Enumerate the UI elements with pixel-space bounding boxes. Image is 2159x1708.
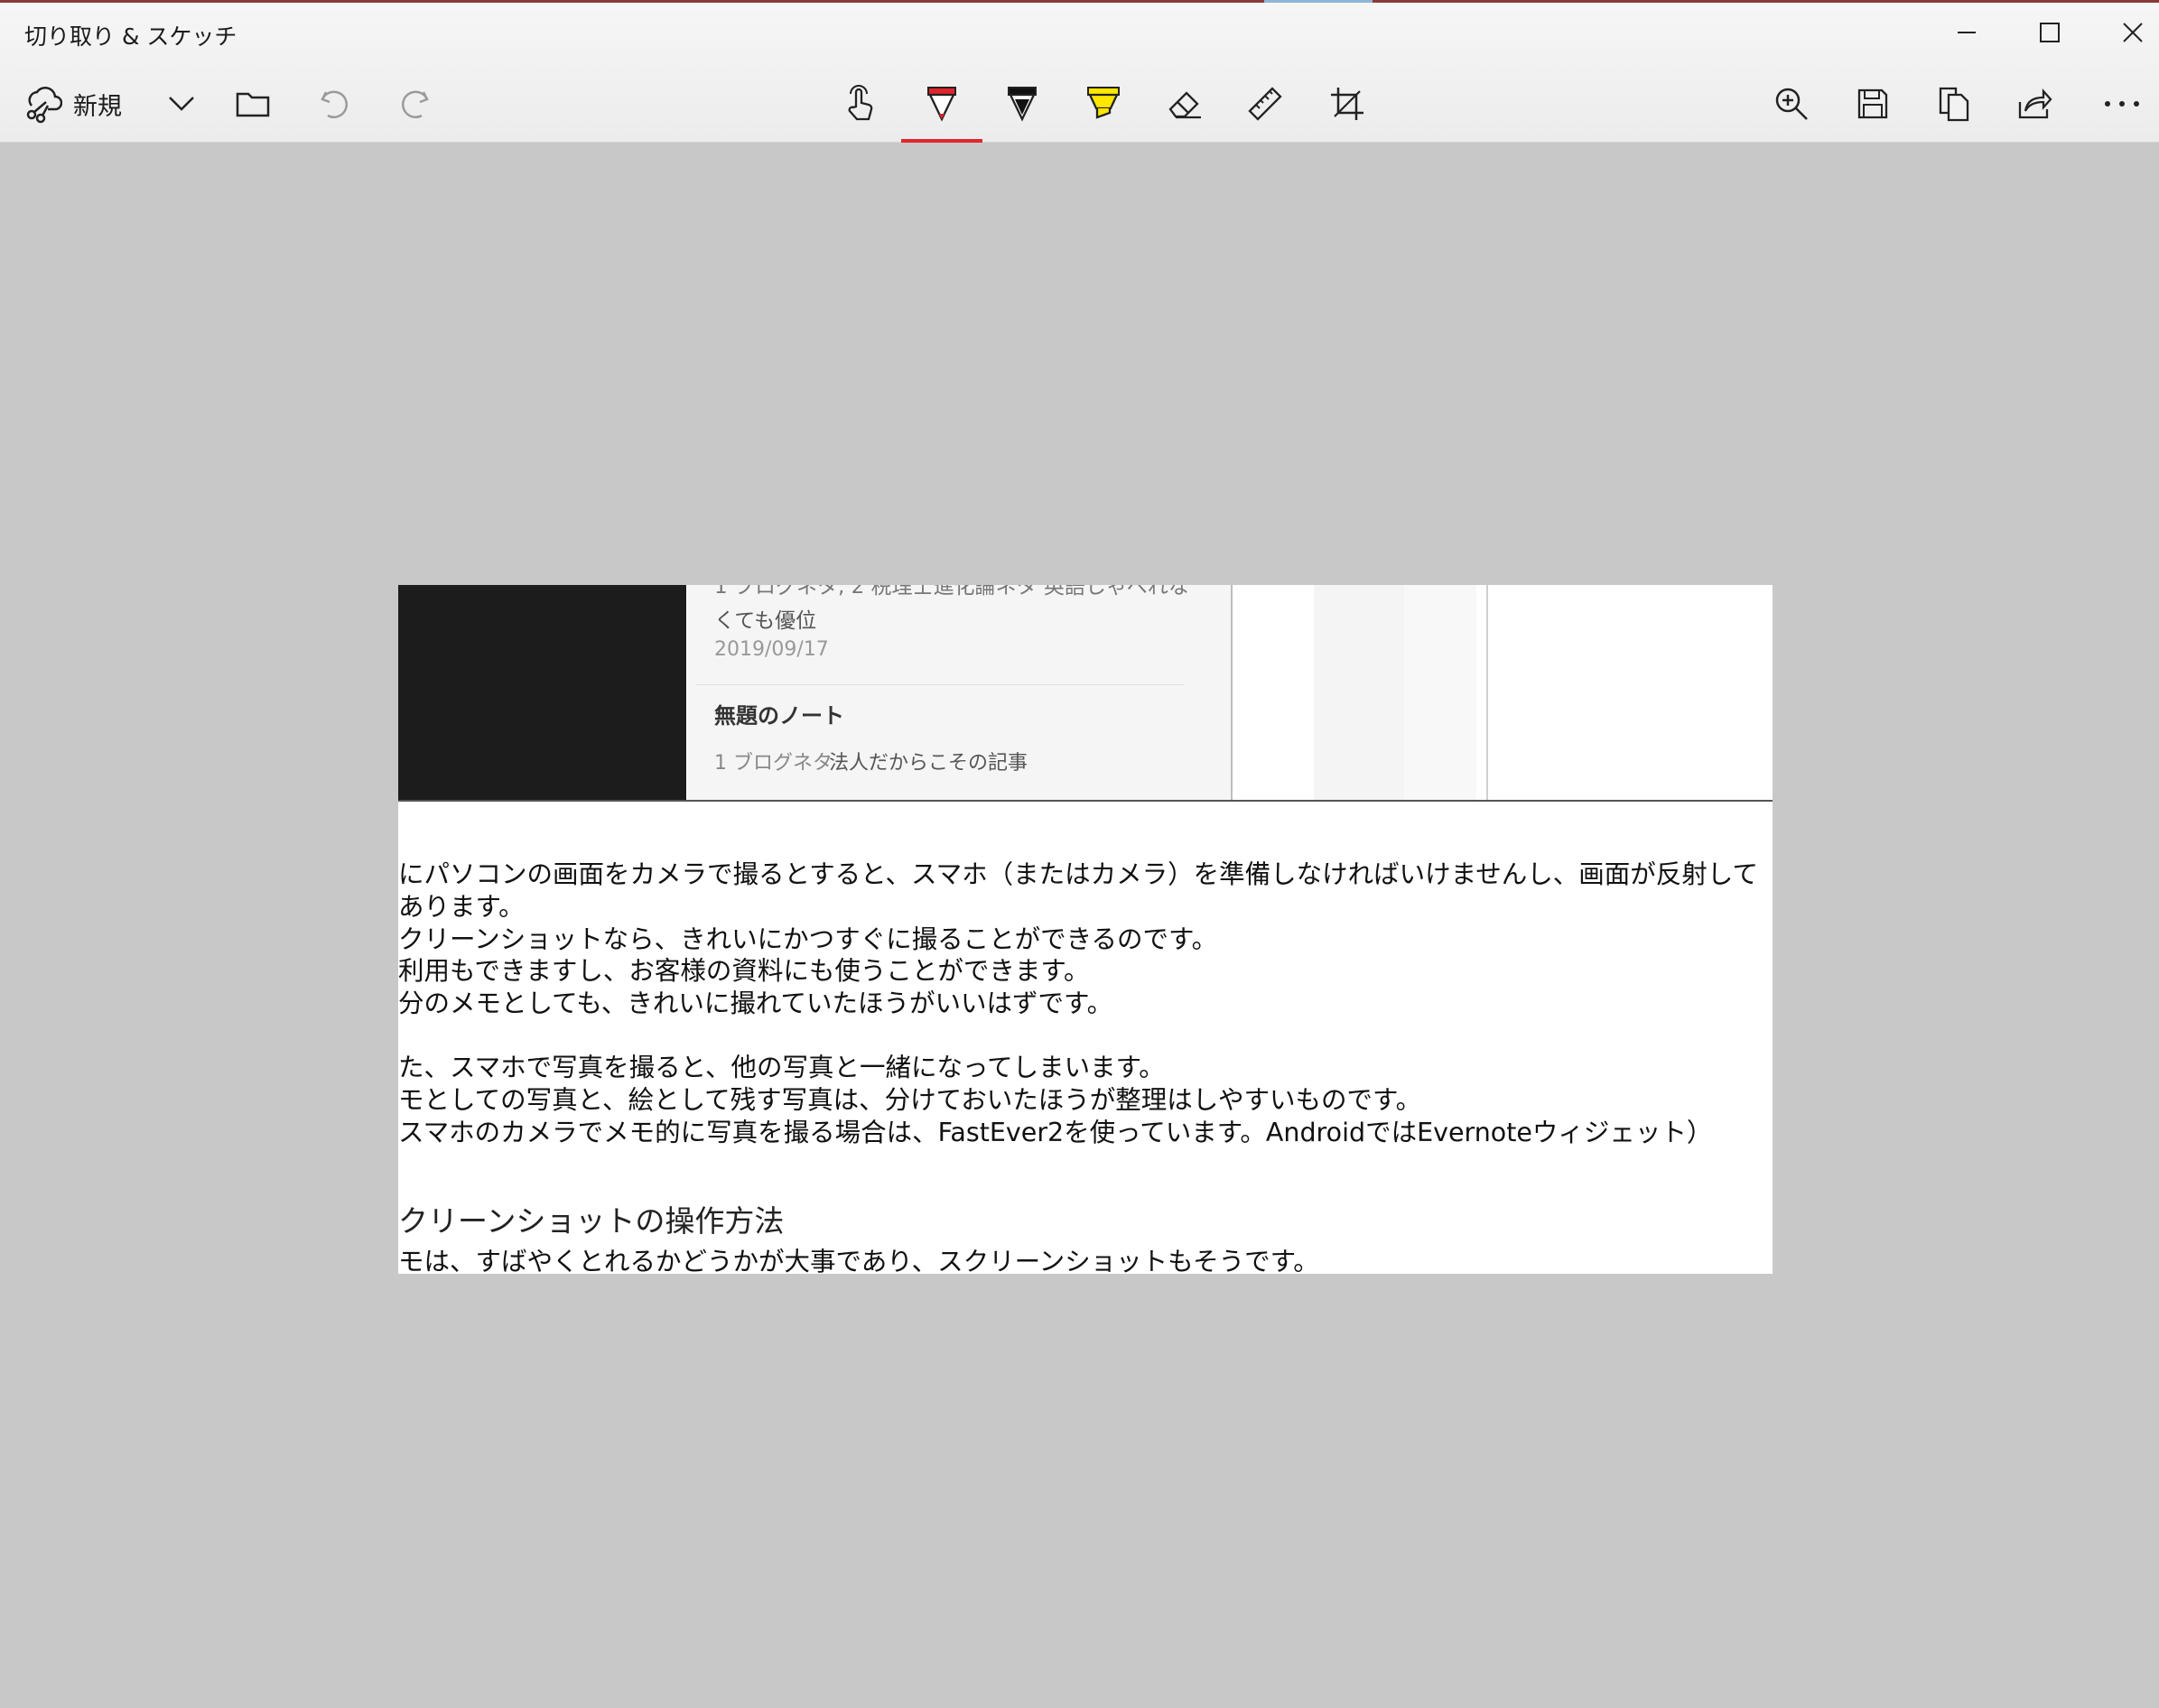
pencil-button[interactable] — [1000, 75, 1045, 133]
dark-sidebar-image — [398, 585, 686, 800]
maximize-button[interactable] — [2008, 3, 2091, 62]
save-button[interactable] — [1850, 75, 1895, 133]
copy-icon — [1939, 87, 1969, 122]
eraser-icon — [1168, 91, 1201, 119]
crop-button[interactable] — [1325, 75, 1370, 133]
folder-open-icon — [236, 92, 270, 117]
crop-icon — [1331, 88, 1363, 120]
note-tag: 1 ブログネタ — [714, 752, 833, 775]
new-snip-button[interactable]: 新規 — [23, 75, 158, 133]
body-line: モとしての写真と、絵として残す写真は、分けておいたほうが整理はしやすいものです。 — [398, 1085, 1422, 1115]
cut-note-title: 1 ブログネタ, 2 税理士進化論ネタ 英語しゃべれな — [714, 585, 1189, 599]
close-button[interactable] — [2091, 3, 2159, 62]
active-tool-indicator — [901, 139, 982, 143]
background-divider — [1486, 585, 1488, 800]
eraser-button[interactable] — [1162, 75, 1207, 133]
snip-top-region: 1 ブログネタ, 2 税理士進化論ネタ 英語しゃべれな くても優位 2019/0… — [398, 585, 1773, 802]
close-icon — [2123, 23, 2143, 42]
body-line: にパソコンの画面をカメラで撮るとすると、スマホ（またはカメラ）を準備しなければい… — [398, 859, 1758, 889]
background-stripe — [1404, 585, 1476, 800]
zoom-button[interactable] — [1769, 75, 1814, 133]
touch-writing-button[interactable] — [837, 75, 882, 133]
section-heading: クリーンショットの操作方法 — [398, 1203, 785, 1239]
save-icon — [1857, 88, 1888, 119]
body-line: た、スマホで写真を撮ると、他の写真と一緒になってしまいます。 — [398, 1053, 1165, 1082]
highlighter-icon — [1087, 87, 1120, 119]
chevron-down-icon — [169, 97, 194, 111]
ruler-icon — [1248, 87, 1282, 121]
note-title-continuation: くても優位 — [714, 609, 817, 633]
untitled-note-title: 無題のノート — [714, 703, 844, 729]
new-snip-dropdown[interactable] — [159, 75, 204, 133]
pencil-icon — [1008, 87, 1037, 122]
more-options-button[interactable] — [2099, 75, 2145, 133]
new-snip-icon — [26, 86, 62, 124]
list-divider — [696, 684, 1184, 685]
window-title: 切り取り & スケッチ — [24, 23, 237, 50]
body-line: 利用もできますし、お客様の資料にも使うことができます。 — [398, 956, 1090, 986]
touch-writing-icon — [848, 85, 873, 121]
minimize-button[interactable] — [1925, 3, 2008, 62]
redo-button[interactable] — [393, 75, 438, 133]
new-snip-label: 新規 — [73, 92, 122, 121]
share-button[interactable] — [2012, 75, 2057, 133]
open-file-button[interactable] — [230, 75, 275, 133]
title-and-toolbar: 切り取り & スケッチ 新規 — [0, 3, 2159, 143]
share-icon — [2018, 88, 2052, 119]
body-line: スマホのカメラでメモ的に写真を撮る場合は、FastEver2を使っています。An… — [398, 1118, 1713, 1147]
redo-icon — [402, 90, 429, 118]
more-icon — [2105, 101, 2139, 107]
note-snippet: 法人だからこその記事 — [829, 752, 1028, 775]
ballpoint-pen-icon — [927, 87, 956, 122]
snip-canvas[interactable]: 1 ブログネタ, 2 税理士進化論ネタ 英語しゃべれな くても優位 2019/0… — [398, 585, 1773, 1274]
body-line: あります。 — [398, 892, 525, 922]
background-stripe — [1314, 585, 1404, 800]
note-date: 2019/09/17 — [714, 638, 829, 661]
ballpoint-pen-button[interactable] — [919, 75, 964, 133]
zoom-in-icon — [1775, 88, 1808, 120]
copy-button[interactable] — [1931, 75, 1977, 133]
undo-button[interactable] — [312, 75, 357, 133]
body-line: 分のメモとしても、きれいに撮れていたほうがいいはずです。 — [398, 989, 1113, 1018]
body-line: モは、すばやくとれるかどうかが大事であり、スクリーンショットもそうです。 — [398, 1247, 1319, 1274]
maximize-icon — [2040, 23, 2060, 42]
ruler-button[interactable] — [1242, 75, 1288, 133]
highlighter-button[interactable] — [1081, 75, 1126, 133]
minimize-icon — [1958, 32, 1976, 33]
undo-icon — [321, 90, 348, 118]
